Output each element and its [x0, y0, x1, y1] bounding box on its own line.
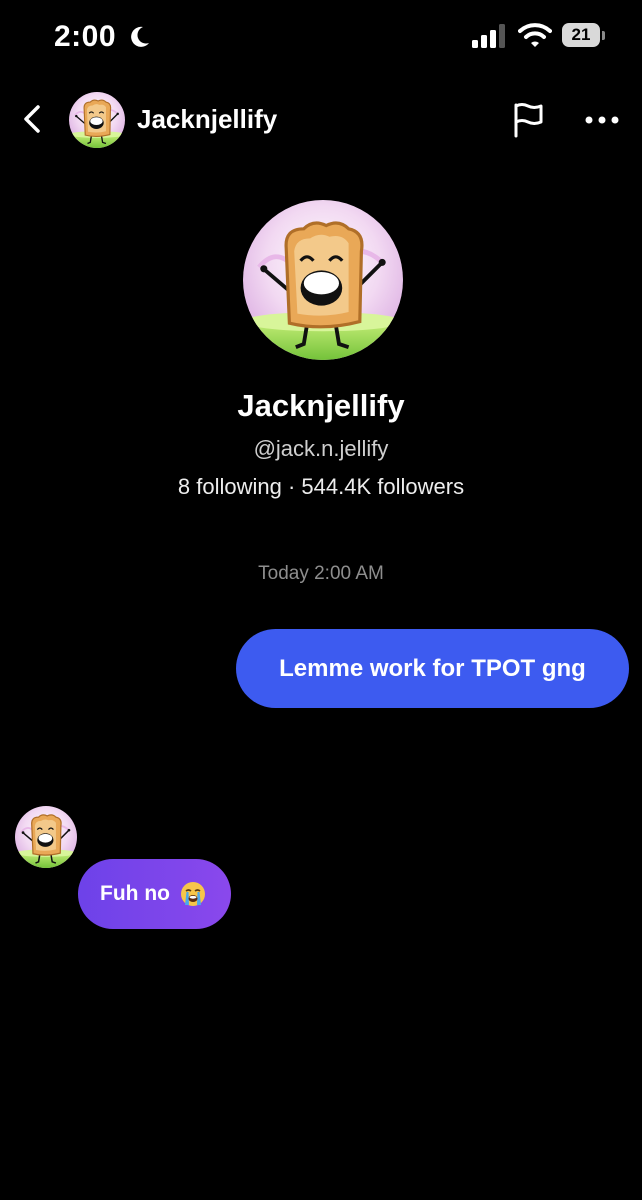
outgoing-message-text: Lemme work for TPOT gng [279, 655, 586, 682]
status-bar: 2:00 21 [0, 0, 642, 72]
header-username[interactable]: Jacknjellify [137, 104, 277, 135]
outgoing-message-bubble[interactable]: Lemme work for TPOT gng [236, 629, 629, 708]
moon-icon [131, 26, 149, 47]
wifi-icon [518, 23, 552, 47]
toast-avatar-image [243, 200, 403, 360]
profile-avatar[interactable] [243, 200, 403, 360]
flag-icon[interactable] [508, 100, 548, 140]
profile-stats: 8 following · 544.4K followers [177, 474, 465, 499]
battery-level: 21 [562, 23, 600, 47]
incoming-message-bubble[interactable]: Fuh no [78, 859, 231, 929]
chat-header: Jacknjellify [0, 84, 642, 156]
message-timestamp: Today 2:00 AM [258, 563, 384, 584]
sender-avatar[interactable] [15, 806, 77, 868]
back-arrow-icon[interactable] [16, 102, 50, 136]
loudly-crying-face-icon [181, 882, 205, 906]
signal-icon [472, 24, 505, 48]
battery-icon: 21 [562, 23, 606, 49]
profile-handle: @jack.n.jellify [253, 436, 389, 461]
status-time: 2:00 [54, 20, 117, 53]
header-avatar[interactable] [69, 92, 125, 148]
toast-avatar-image [69, 92, 125, 148]
profile-display-name[interactable]: Jacknjellify [0, 388, 642, 424]
more-icon[interactable] [580, 102, 624, 138]
incoming-message-text: Fuh no [100, 882, 170, 905]
toast-avatar-image [15, 806, 77, 868]
battery-tip [602, 31, 605, 40]
